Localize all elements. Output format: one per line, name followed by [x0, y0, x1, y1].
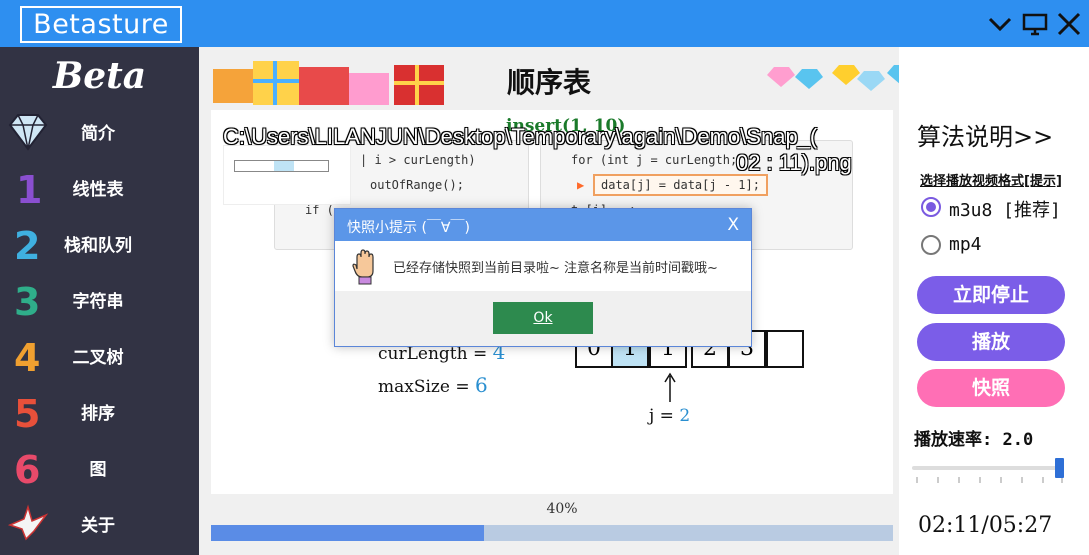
ok-button[interactable]: Ok	[493, 302, 593, 334]
sidebar-item-intro[interactable]: 简介	[0, 105, 199, 157]
radio-mp4[interactable]	[921, 235, 941, 255]
pointer-arrow-icon	[664, 372, 676, 402]
array-cell	[766, 330, 804, 368]
sidebar-item-stack-queue[interactable]: 2 栈和队列	[0, 217, 199, 269]
number-1-icon: 1	[16, 168, 42, 209]
pointer-value: 2	[679, 406, 691, 426]
sidebar-item-label: 简介	[81, 124, 115, 144]
format-label[interactable]: 选择播放视频格式[提示]	[920, 170, 1062, 189]
dialog-title: 快照小提示 (￣∀￣)	[347, 220, 470, 236]
sidebar-item-graph[interactable]: 6 图	[0, 441, 199, 493]
sidebar: Beta 简介 1 线性表 2 栈和队列 3 字符串 4 二叉树 5 排序 6 …	[0, 47, 199, 555]
sidebar-item-label: 二叉树	[72, 348, 124, 368]
close-icon[interactable]	[1055, 10, 1083, 38]
snapshot-path-text: C:\Users\LILANJUN\Desktop\Temporary\agai…	[223, 124, 818, 149]
code-line: outOfRange();	[370, 178, 464, 192]
page-title: 顺序表	[506, 66, 591, 99]
snapshot-dialog: 快照小提示 (￣∀￣) X 已经存储快照到当前目录啦~ 注意名称是当前时间戳哦~…	[334, 208, 752, 347]
number-5-icon: 5	[14, 392, 40, 433]
dialog-body: 已经存储快照到当前目录啦~ 注意名称是当前时间戳哦~	[335, 241, 751, 291]
snapshot-path-text-2: 02 : 11).png	[736, 150, 852, 175]
snapshot-thumbnail	[223, 145, 351, 205]
diamond-icon	[8, 114, 48, 151]
dialog-title-bar: 快照小提示 (￣∀￣) X	[335, 209, 751, 241]
code-line-current: data[j] = data[j - 1];	[593, 174, 768, 196]
sidebar-item-label: 图	[89, 460, 107, 480]
sidebar-item-sort[interactable]: 5 排序	[0, 385, 199, 437]
monitor-icon[interactable]	[1021, 10, 1049, 38]
app-logo: Betasture	[20, 6, 182, 43]
snapshot-button[interactable]: 快照	[917, 369, 1065, 407]
progress-label: 40%	[546, 501, 578, 517]
sidebar-item-label: 字符串	[72, 292, 124, 312]
code-line: for (int j = curLength;	[571, 153, 738, 167]
radio-m3u8[interactable]	[921, 197, 941, 217]
brand-title: Beta	[52, 55, 147, 97]
curlength-label: curLength =	[378, 344, 488, 364]
title-bar: Betasture	[0, 0, 1089, 47]
play-button[interactable]: 播放	[917, 323, 1065, 361]
maxsize-var: maxSize = 6	[378, 373, 488, 397]
speed-label: 播放速率: 2.0	[914, 430, 1034, 450]
maxsize-label: maxSize =	[378, 377, 470, 397]
algorithm-link[interactable]: 算法说明>>	[917, 117, 1053, 152]
progress-bar[interactable]	[211, 525, 893, 541]
hand-icon	[352, 249, 374, 285]
stop-button[interactable]: 立即停止	[917, 276, 1065, 314]
sidebar-item-binary-tree[interactable]: 4 二叉树	[0, 329, 199, 381]
maxsize-value: 6	[475, 373, 488, 397]
speed-slider[interactable]	[912, 466, 1064, 470]
sidebar-item-label: 栈和队列	[64, 236, 132, 256]
sidebar-item-linear-list[interactable]: 1 线性表	[0, 161, 199, 213]
svg-text:3: 3	[14, 280, 40, 321]
sidebar-item-label: 关于	[81, 516, 115, 536]
svg-text:6: 6	[14, 448, 40, 489]
sidebar-item-label: 线性表	[72, 180, 124, 200]
time-display: 02:11/05:27	[918, 513, 1053, 538]
sidebar-item-about[interactable]: 关于	[0, 497, 199, 549]
right-panel: 算法说明>> 选择播放视频格式[提示] m3u8 [推荐] mp4 立即停止 播…	[899, 47, 1089, 555]
svg-text:2: 2	[14, 224, 40, 265]
dialog-message: 已经存储快照到当前目录啦~ 注意名称是当前时间戳哦~	[393, 261, 718, 276]
number-2-icon: 2	[14, 224, 40, 265]
origami-crane-icon	[7, 504, 49, 541]
slider-ticks	[916, 477, 1063, 483]
sidebar-item-string[interactable]: 3 字符串	[0, 273, 199, 325]
radio-label-m3u8[interactable]: m3u8 [推荐]	[949, 196, 1061, 222]
pointer-var: j = 2	[649, 406, 690, 426]
code-line: if (	[305, 203, 334, 217]
sidebar-item-label: 排序	[81, 404, 115, 424]
svg-text:4: 4	[14, 336, 40, 377]
current-line-arrow-icon: ▶	[577, 178, 585, 192]
dialog-close-button[interactable]: X	[727, 215, 739, 235]
chevron-down-icon[interactable]	[986, 10, 1014, 38]
number-3-icon: 3	[14, 280, 40, 321]
number-6-icon: 6	[14, 448, 40, 489]
svg-text:5: 5	[14, 392, 40, 433]
radio-label-mp4[interactable]: mp4	[949, 234, 982, 255]
svg-text:1: 1	[16, 168, 42, 209]
number-4-icon: 4	[14, 336, 40, 377]
progress-fill	[211, 525, 484, 541]
pointer-label: j =	[649, 406, 674, 426]
speed-slider-handle[interactable]	[1055, 458, 1064, 478]
code-line: | i > curLength)	[360, 153, 476, 167]
